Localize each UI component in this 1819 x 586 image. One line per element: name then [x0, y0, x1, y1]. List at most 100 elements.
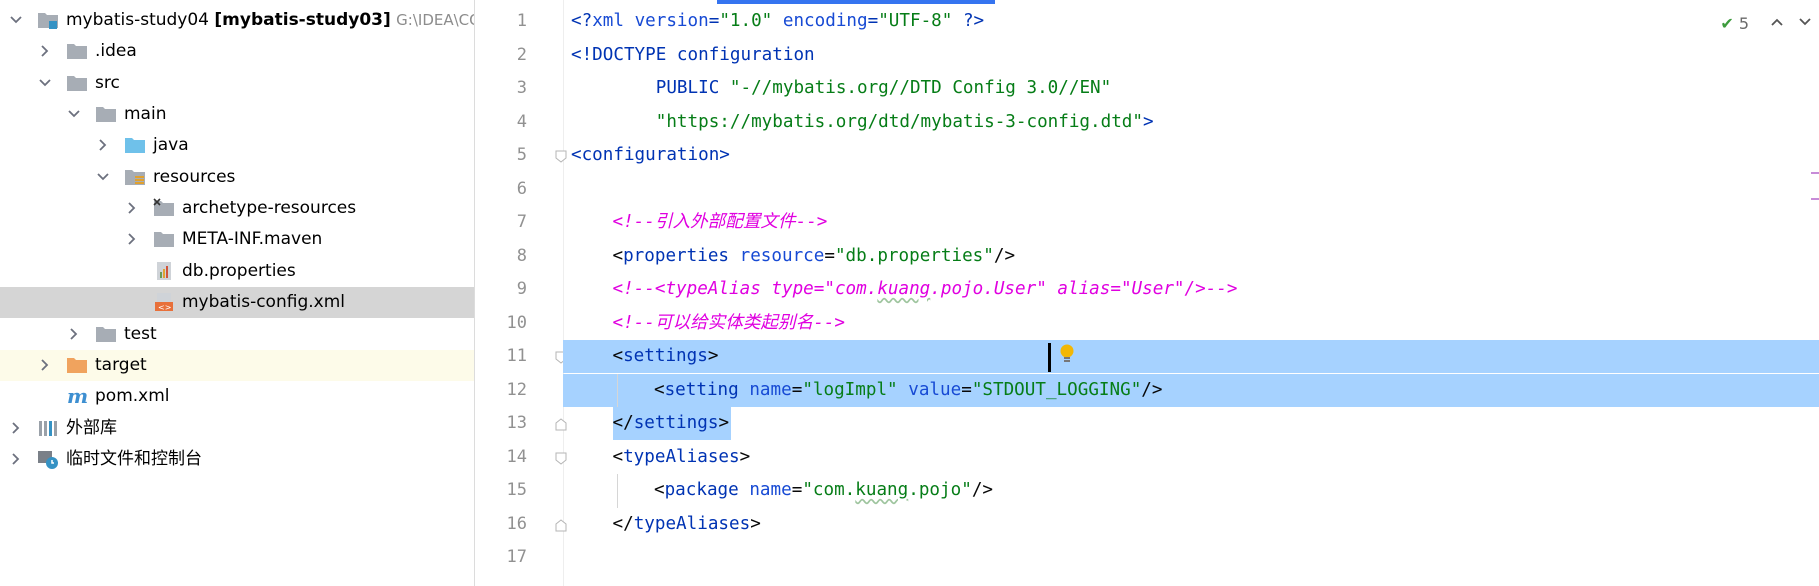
code-line[interactable]: <!--可以给实体类起别名--> — [563, 307, 1819, 340]
tree-item-name: src — [95, 72, 120, 93]
tree-item-module-name: [mybatis-study03] — [214, 10, 391, 30]
tree-item-name: java — [153, 135, 189, 156]
code-token: < — [654, 379, 665, 400]
chevron-down-icon[interactable] — [1797, 14, 1813, 30]
code-line[interactable]: <settings> — [563, 340, 1819, 373]
tree-item[interactable]: resources — [0, 162, 474, 193]
code-line[interactable]: "https://mybatis.org/dtd/mybatis-3-confi… — [563, 106, 1819, 139]
code-token: <!--可以给实体类起别名--> — [612, 312, 846, 333]
chevron-right-icon[interactable] — [124, 200, 140, 216]
line-number[interactable]: 6 — [475, 173, 527, 206]
error-stripe-marker[interactable] — [1811, 172, 1819, 174]
code-line[interactable]: <typeAliases> — [563, 441, 1819, 474]
line-number[interactable]: 7 — [475, 206, 527, 239]
line-number[interactable]: 10 — [475, 307, 527, 340]
tree-item[interactable]: src — [0, 68, 474, 99]
code-line-text: <properties resource="db.properties"/> — [613, 240, 1016, 273]
line-number[interactable]: 16 — [475, 508, 527, 541]
code-line[interactable]: <properties resource="db.properties"/> — [563, 240, 1819, 273]
line-number[interactable]: 8 — [475, 240, 527, 273]
code-token: value — [908, 379, 962, 400]
code-line[interactable] — [563, 173, 1819, 206]
line-number[interactable]: 1 — [475, 5, 527, 38]
line-number-gutter[interactable]: 1 2 3 4 5 6 7 8 9 10 11 12 13 14 15 16 17 — [475, 0, 567, 586]
line-number[interactable]: 17 — [475, 541, 527, 574]
code-line[interactable]: <?xml version="1.0" encoding="UTF-8" ?> — [563, 5, 1819, 38]
inspection-widget[interactable]: ✔ 5 — [1720, 14, 1749, 33]
tree-item[interactable]: META-INF.maven — [0, 224, 474, 255]
chevron-up-icon[interactable] — [1769, 14, 1785, 30]
code-line[interactable]: <!--引入外部配置文件--> — [563, 206, 1819, 239]
line-number[interactable]: 2 — [475, 39, 527, 72]
code-token: ?> — [952, 11, 985, 31]
tree-item[interactable]: mybatis-study04 [mybatis-study03] G:\IDE… — [0, 5, 474, 36]
code-line[interactable]: <!--<typeAlias type="com.kuang.pojo.User… — [563, 273, 1819, 306]
lightbulb-icon[interactable] — [1058, 344, 1076, 366]
tree-item[interactable]: target — [0, 349, 474, 381]
line-number[interactable]: 14 — [475, 441, 527, 474]
code-line-text: PUBLIC "-//mybatis.org//DTD Config 3.0//… — [571, 72, 1111, 105]
chevron-right-icon[interactable] — [124, 231, 140, 247]
tree-item[interactable]: <> mybatis-config.xml — [0, 287, 474, 319]
chevron-right-icon[interactable] — [8, 451, 24, 467]
library-icon — [37, 418, 59, 438]
chevron-down-icon[interactable] — [95, 169, 111, 185]
code-token: "UTF-8" — [878, 11, 953, 31]
code-token: properties — [623, 245, 740, 266]
chevron-right-icon[interactable] — [8, 420, 24, 436]
line-number[interactable]: 13 — [475, 407, 527, 440]
line-number[interactable]: 3 — [475, 72, 527, 105]
code-line-text: </settings> — [612, 407, 732, 440]
code-line[interactable] — [563, 541, 1819, 574]
tree-item[interactable]: 临时文件和控制台 — [0, 444, 474, 475]
resources-folder-icon — [124, 167, 146, 187]
line-number[interactable]: 12 — [475, 374, 527, 407]
code-line[interactable]: <setting name="logImpl" value="STDOUT_LO… — [563, 373, 1819, 407]
code-token: = — [791, 480, 803, 500]
svg-text:<>: <> — [158, 303, 171, 312]
chevron-down-icon[interactable] — [8, 12, 24, 28]
line-number[interactable]: 15 — [475, 474, 527, 507]
tree-item[interactable]: main — [0, 99, 474, 130]
line-number[interactable]: 5 — [475, 139, 527, 172]
code-editor[interactable]: 1 2 3 4 5 6 7 8 9 10 11 12 13 14 15 16 17 <?xml version=… — [475, 0, 1819, 586]
tree-item-name: resources — [153, 166, 236, 187]
code-line-text: <setting name="logImpl" value="STDOUT_LO… — [654, 374, 1162, 407]
tree-item[interactable]: db.properties — [0, 256, 474, 287]
error-stripe-marker[interactable] — [1811, 198, 1819, 200]
chevron-right-icon[interactable] — [95, 137, 111, 153]
project-tree-panel[interactable]: mybatis-study04 [mybatis-study03] G:\IDE… — [0, 0, 475, 586]
chevron-right-icon[interactable] — [37, 43, 53, 59]
code-line[interactable]: </typeAliases> — [563, 508, 1819, 541]
tree-item[interactable]: java — [0, 130, 474, 161]
tree-item[interactable]: test — [0, 319, 474, 350]
code-line[interactable]: <!DOCTYPE configuration — [563, 39, 1819, 72]
tree-item-label: test — [124, 324, 157, 345]
tree-item-name: .idea — [95, 41, 137, 62]
chevron-right-icon[interactable] — [37, 357, 53, 373]
code-line-text: "https://mybatis.org/dtd/mybatis-3-confi… — [571, 106, 1154, 139]
tree-item[interactable]: archetype-resources — [0, 193, 474, 224]
tree-item[interactable]: 外部库 — [0, 413, 474, 444]
chevron-down-icon[interactable] — [66, 106, 82, 122]
code-token: /> — [1141, 379, 1163, 400]
tree-item-label: src — [95, 73, 120, 94]
line-number[interactable]: 11 — [475, 340, 527, 373]
code-token: = — [867, 11, 879, 31]
tree-item[interactable]: .idea — [0, 36, 474, 67]
code-line[interactable]: <package name="com.kuang.pojo"/> — [563, 474, 1819, 507]
chevron-right-icon[interactable] — [66, 326, 82, 342]
code-token: /> — [971, 480, 993, 500]
code-line[interactable]: <configuration> — [563, 139, 1819, 172]
line-number[interactable]: 9 — [475, 273, 527, 306]
folder-icon — [66, 73, 88, 93]
indent-guide — [616, 474, 618, 508]
code-line[interactable]: </settings> — [563, 407, 1819, 440]
code-line[interactable]: PUBLIC "-//mybatis.org//DTD Config 3.0//… — [563, 72, 1819, 105]
line-number[interactable]: 4 — [475, 106, 527, 139]
chevron-down-icon[interactable] — [37, 75, 53, 91]
tree-item[interactable]: m pom.xml — [0, 381, 474, 412]
code-token: PUBLIC — [571, 78, 730, 98]
code-token: settings — [623, 346, 708, 366]
